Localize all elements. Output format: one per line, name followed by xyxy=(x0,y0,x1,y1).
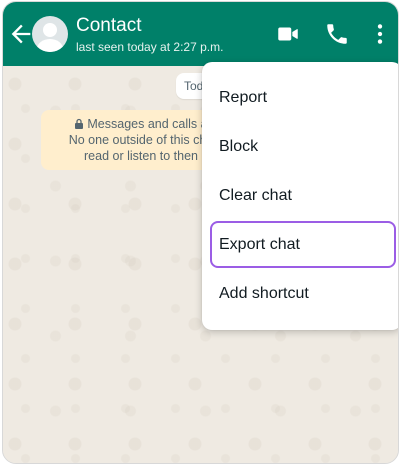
menu-item-clear-chat[interactable]: Clear chat xyxy=(202,171,398,220)
menu-item-add-shortcut[interactable]: Add shortcut xyxy=(202,269,398,318)
video-call-icon[interactable] xyxy=(275,21,301,47)
encryption-text-1: Messages and calls a xyxy=(87,117,208,131)
menu-item-block[interactable]: Block xyxy=(202,122,398,171)
lock-icon xyxy=(74,117,84,129)
phone-icon[interactable] xyxy=(324,21,350,47)
contact-name: Contact xyxy=(76,15,142,36)
app-window: Contact last seen today at 2:27 p.m. Tod… xyxy=(2,1,399,464)
chat-header: Contact last seen today at 2:27 p.m. xyxy=(3,2,398,66)
chat-title-block[interactable]: Contact last seen today at 2:27 p.m. xyxy=(76,15,223,55)
menu-item-report[interactable]: Report xyxy=(202,73,398,122)
back-arrow-icon[interactable] xyxy=(7,20,35,48)
menu-item-export-chat[interactable]: Export chat xyxy=(202,220,398,269)
overflow-menu: Report Block Clear chat Export chat Add … xyxy=(202,62,398,330)
more-vert-icon[interactable] xyxy=(367,21,393,47)
last-seen-status: last seen today at 2:27 p.m. xyxy=(76,40,224,54)
avatar[interactable] xyxy=(32,16,68,52)
